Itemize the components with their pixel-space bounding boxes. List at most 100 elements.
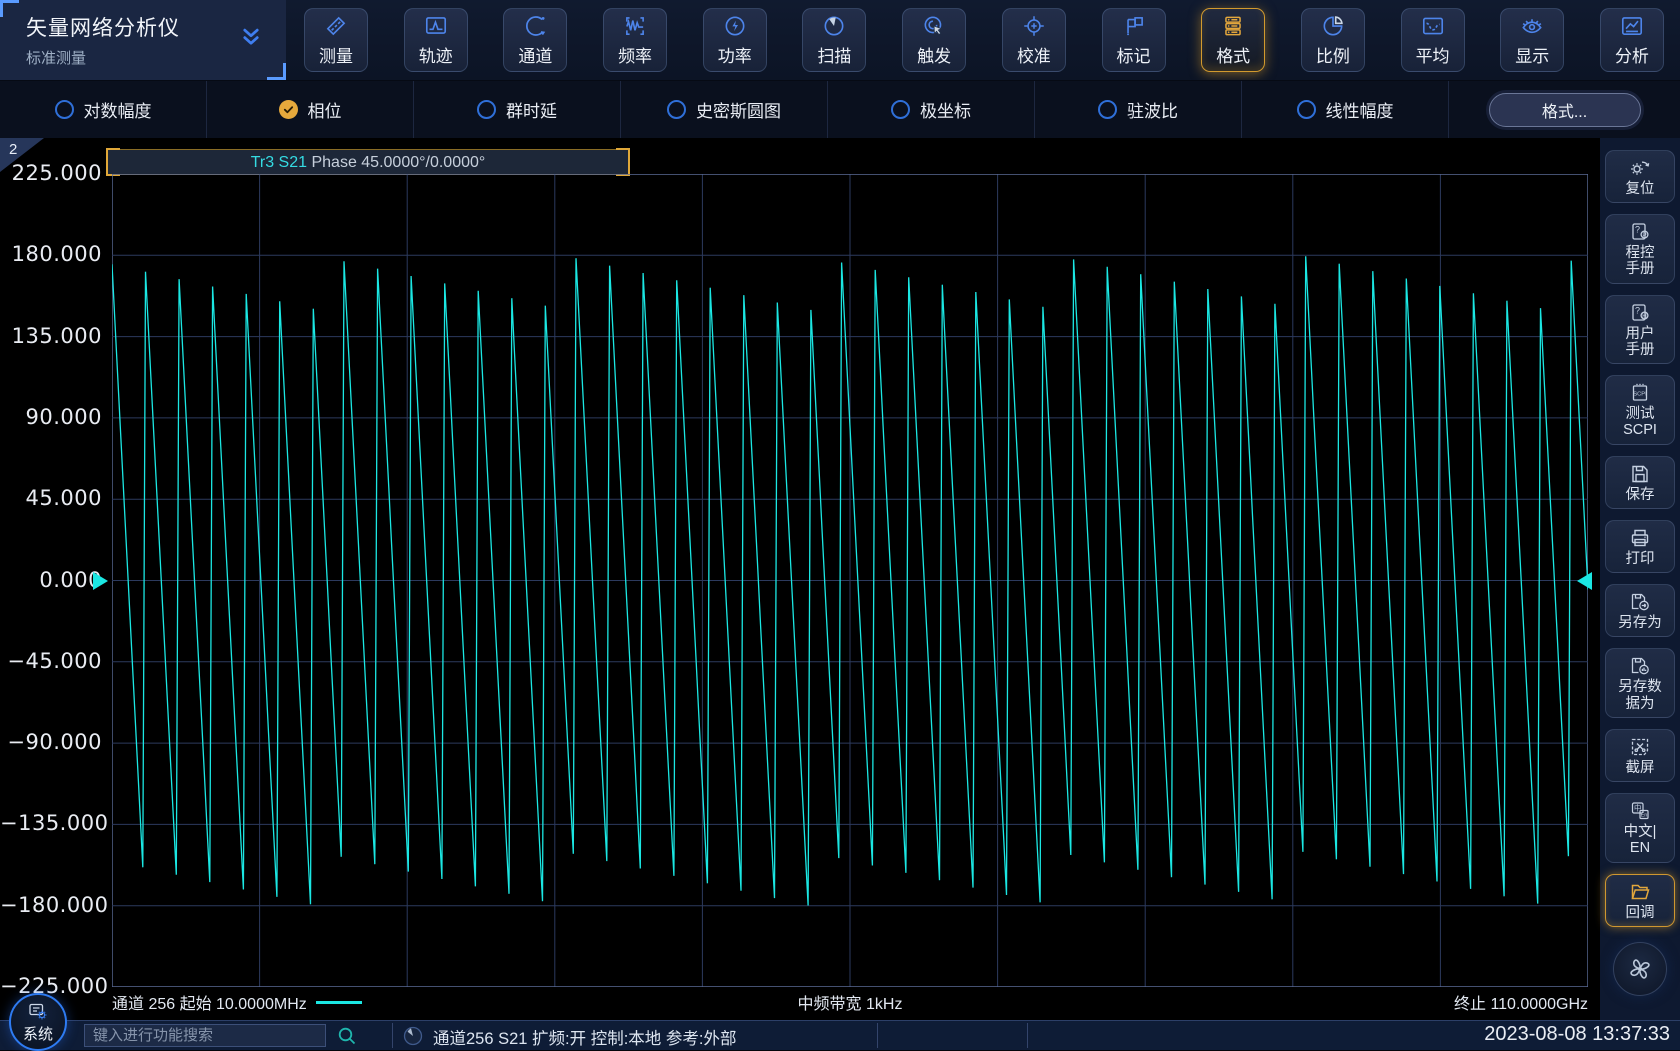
frequency-wave-icon [622, 13, 648, 39]
recall-folder-icon [1628, 880, 1652, 904]
radio-checked-icon [279, 100, 298, 119]
ruler-icon [323, 13, 349, 39]
trace-name: Tr3 S21 [251, 154, 307, 171]
y-axis-tick-label: 180.000 [0, 242, 102, 266]
y-axis-tick-label: −135.000 [0, 811, 102, 835]
toolbar-button-trace[interactable]: 轨迹 [404, 8, 468, 72]
clover-nav-icon [1625, 954, 1655, 984]
format-option-phase[interactable]: 相位 [207, 81, 414, 138]
format-option-group-delay[interactable]: 群时延 [414, 81, 621, 138]
language-toggle-icon: 中En [1628, 799, 1652, 823]
format-option-swr[interactable]: 驻波比 [1035, 81, 1242, 138]
svg-text:?: ? [1635, 305, 1640, 315]
radio-icon [667, 100, 686, 119]
toolbar-button-label: 显示 [1515, 42, 1549, 67]
format-option-smith-chart[interactable]: 史密斯圆图 [621, 81, 828, 138]
corner-accent [267, 63, 286, 80]
sidebar-button-user-manual[interactable]: ?H 用户手册 [1605, 295, 1675, 364]
sidebar-button-recall[interactable]: 回调 [1605, 874, 1675, 927]
toolbar-button-format[interactable]: 格式 [1201, 8, 1265, 72]
toolbar-button-label: 格式 [1216, 42, 1250, 67]
toolbar-button-label: 功率 [718, 42, 752, 67]
sidebar-button-screenshot[interactable]: 截屏 [1605, 729, 1675, 782]
sidebar-button-save[interactable]: 保存 [1605, 456, 1675, 509]
radio-icon [477, 100, 496, 119]
y-axis-tick-label: −180.000 [0, 893, 102, 917]
toolbar-button-measure[interactable]: 测量 [304, 8, 368, 72]
y-axis-tick-label: −90.000 [0, 730, 102, 754]
y-axis-tick-label: 90.000 [0, 405, 102, 429]
format-option-label: 群时延 [506, 97, 557, 122]
toolbar-button-channel[interactable]: 通道 [503, 8, 567, 72]
display-eye-icon [1519, 13, 1545, 39]
screenshot-scissors-icon [1628, 735, 1652, 759]
trace-title-bar[interactable]: Tr3 S21 Phase 45.0000°/0.0000° [107, 149, 629, 175]
sidebar-button-print[interactable]: 打印 [1605, 520, 1675, 573]
toolbar-button-scale[interactable]: 比例 [1301, 8, 1365, 72]
sidebar-button-reset[interactable]: 复位 [1605, 150, 1675, 203]
toolbar-button-frequency[interactable]: 频率 [603, 8, 667, 72]
search-icon[interactable] [335, 1024, 359, 1048]
format-option-label: 线性幅度 [1326, 97, 1394, 122]
toolbar-button-average[interactable]: 平均 [1401, 8, 1465, 72]
format-option-polar[interactable]: 极坐标 [828, 81, 1035, 138]
sidebar-button-save-as[interactable]: 另存为 [1605, 584, 1675, 637]
toolbar-button-calibration[interactable]: 校准 [1002, 8, 1066, 72]
y-axis-tick-label: 0.000 [0, 568, 102, 592]
save-data-as-icon [1628, 654, 1652, 678]
sidebar-button-programming-manual[interactable]: ?P 程控手册 [1605, 214, 1675, 283]
channel-status-text: 通道256 S21 扩频:开 控制:本地 参考:外部 [433, 1025, 736, 1049]
plot-area [112, 174, 1588, 987]
trigger-cursor-icon [921, 13, 947, 39]
toolbar-button-label: 频率 [618, 42, 652, 67]
toolbar-button-marker[interactable]: 标记 [1102, 8, 1166, 72]
format-option-label: 相位 [308, 97, 342, 122]
toolbar-button-power[interactable]: 功率 [703, 8, 767, 72]
svg-text:H: H [1642, 313, 1647, 320]
phase-chart: 2 Tr3 S21 Phase 45.0000°/0.0000° 225.000… [0, 138, 1600, 1020]
toolbar-button-sweep[interactable]: 扫描 [802, 8, 866, 72]
toolbar-button-analysis[interactable]: 分析 [1600, 8, 1664, 72]
format-more-cell: 格式... [1449, 81, 1680, 138]
top-toolbar: 矢量网络分析仪 标准测量 测量 轨迹 通道 频率 功率 扫描 [0, 0, 1680, 80]
trace-detail: Phase 45.0000°/0.0000° [311, 154, 485, 171]
format-options-row: 对数幅度 相位 群时延 史密斯圆图 极坐标 驻波比 线性幅度 格式... [0, 80, 1680, 138]
sidebar-button-save-data-as[interactable]: 另存数据为 [1605, 648, 1675, 717]
instrument-panel[interactable]: 矢量网络分析仪 标准测量 [0, 0, 286, 80]
format-more-button[interactable]: 格式... [1489, 93, 1641, 127]
average-smooth-icon [1420, 13, 1446, 39]
reference-marker-right [1577, 572, 1592, 590]
programming-manual-icon: ?P [1628, 220, 1652, 244]
toolbar-button-trigger[interactable]: 触发 [902, 8, 966, 72]
format-option-linear-magnitude[interactable]: 线性幅度 [1242, 81, 1449, 138]
toolbar-button-label: 比例 [1316, 42, 1350, 67]
svg-text:En: En [1641, 812, 1648, 818]
system-label: 系统 [23, 1023, 53, 1044]
save-as-icon [1628, 590, 1652, 614]
divider [392, 1023, 393, 1048]
analysis-chart-icon [1619, 13, 1645, 39]
format-option-label: 极坐标 [920, 97, 971, 122]
corner-accent [0, 0, 19, 17]
sidebar-button-language-toggle[interactable]: 中En 中文|EN [1605, 793, 1675, 862]
sidebar-button-scpi-test[interactable]: SCPI 测试SCPI [1605, 375, 1675, 444]
svg-text:SCPI: SCPI [1633, 392, 1647, 398]
toolbar-button-label: 通道 [518, 42, 552, 67]
radio-icon [1098, 100, 1117, 119]
calibration-target-icon [1021, 13, 1047, 39]
toolbar-button-label: 触发 [917, 42, 951, 67]
y-axis-tick-label: −45.000 [0, 649, 102, 673]
radio-icon [55, 100, 74, 119]
nav-wheel-button[interactable] [1613, 942, 1667, 996]
system-button[interactable]: 系统 [9, 993, 67, 1051]
marker-flag-icon [1121, 13, 1147, 39]
toolbar-button-label: 标记 [1117, 42, 1151, 67]
divider [877, 1023, 878, 1048]
format-option-log-magnitude[interactable]: 对数幅度 [0, 81, 207, 138]
search-input[interactable] [85, 1025, 325, 1046]
svg-text:?: ? [1635, 225, 1640, 235]
chevron-double-down-icon[interactable] [236, 22, 266, 52]
clock-label: 2023-08-08 13:37:33 [1484, 1023, 1670, 1046]
channel-icon [522, 13, 548, 39]
toolbar-button-display[interactable]: 显示 [1500, 8, 1564, 72]
